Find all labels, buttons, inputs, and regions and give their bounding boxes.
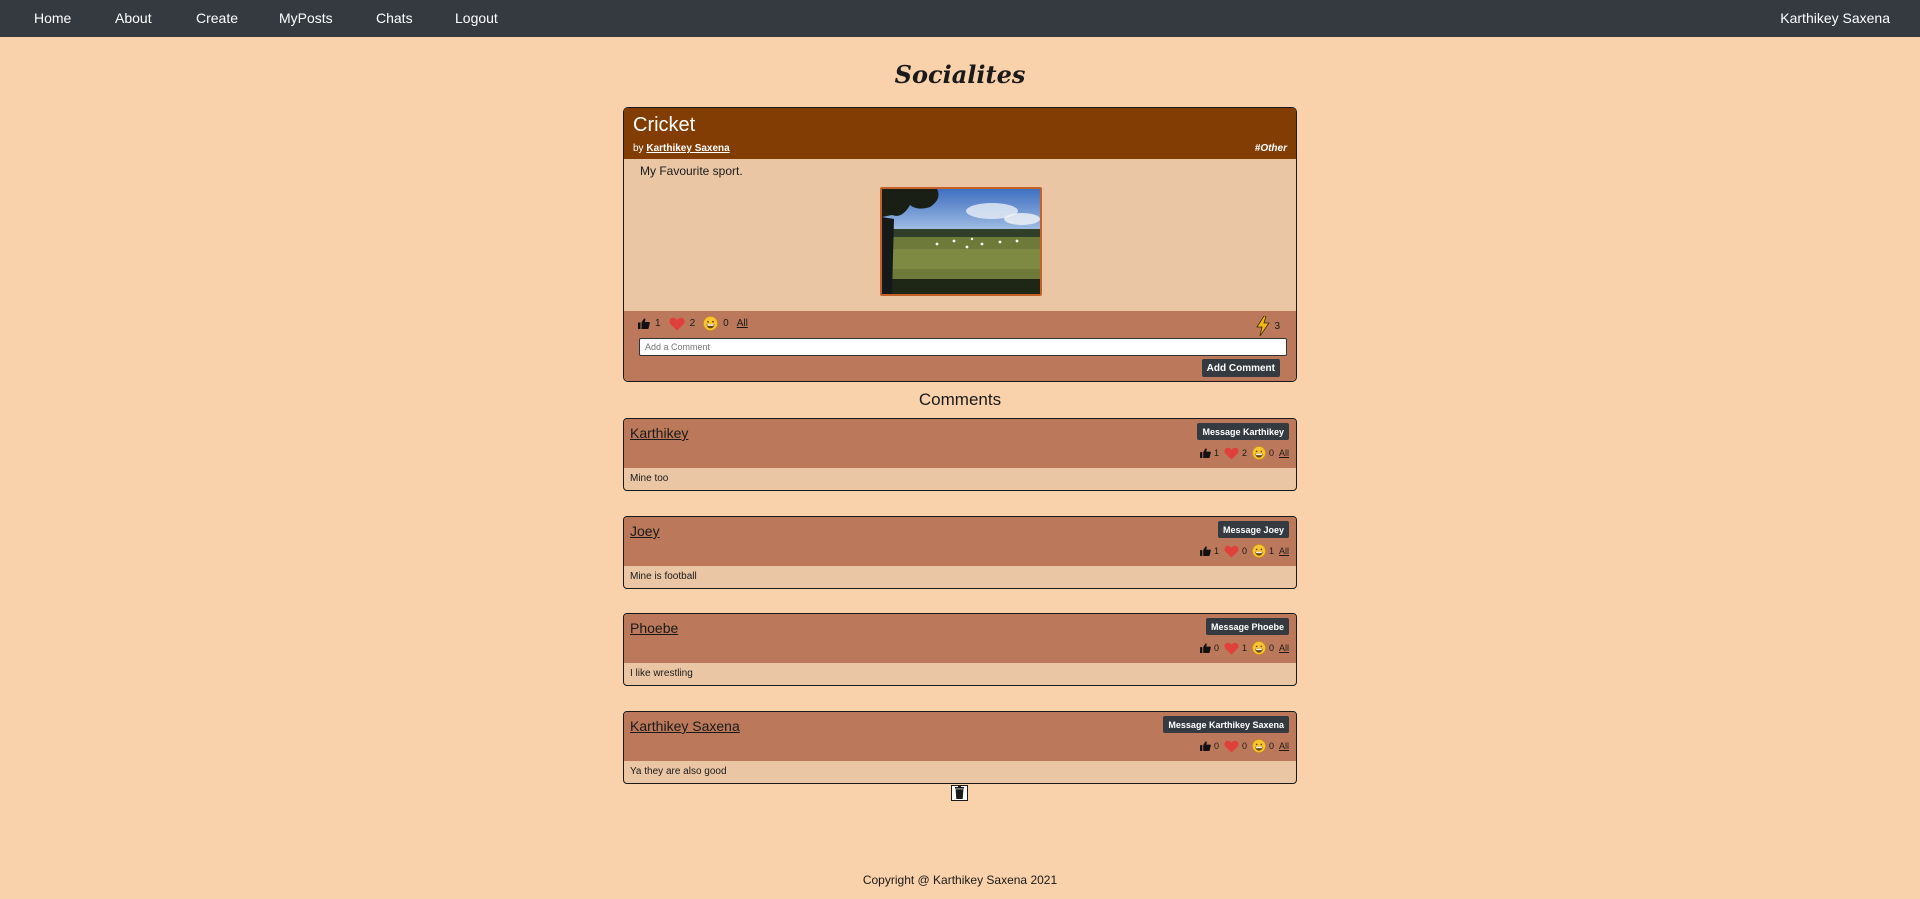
message-author-button[interactable]: Message Karthikey (1197, 423, 1289, 440)
comment-card: Joey Message Joey 1 0 1 All Mine is foot… (623, 516, 1297, 589)
post-all-reactions-link[interactable]: All (737, 318, 748, 329)
comment-author-link[interactable]: Karthikey Saxena (630, 718, 740, 734)
comment-card: Karthikey Message Karthikey 1 2 0 All Mi… (623, 418, 1297, 491)
comment-card: Karthikey Saxena Message Karthikey Saxen… (623, 711, 1297, 784)
comment-header: Karthikey Saxena Message Karthikey Saxen… (624, 712, 1296, 761)
comment-like-count: 0 (1213, 741, 1219, 751)
post-image (880, 187, 1042, 296)
comment-love-count: 2 (1241, 448, 1247, 458)
post-footer: 1 2 0 All 3 Add Comment (624, 311, 1296, 381)
grin-emoji-icon[interactable] (703, 316, 718, 331)
message-author-button[interactable]: Message Phoebe (1205, 618, 1289, 635)
comment-author-link[interactable]: Phoebe (630, 620, 678, 636)
heart-icon[interactable] (1224, 447, 1239, 460)
heart-icon[interactable] (1224, 740, 1239, 753)
comment-reactions: 0 1 0 All (1199, 641, 1289, 655)
nav-chats-link[interactable]: Chats (376, 10, 413, 26)
comment-reactions: 1 2 0 All (1199, 446, 1289, 460)
comment-header: Karthikey Message Karthikey 1 2 0 All (624, 419, 1296, 468)
comment-reactions: 1 0 1 All (1199, 544, 1289, 558)
comment-author-link[interactable]: Karthikey (630, 425, 688, 441)
post-like-count: 1 (655, 318, 661, 329)
comment-like-count: 1 (1213, 546, 1219, 556)
cricket-field-image (882, 189, 1040, 294)
trash-icon[interactable] (951, 785, 968, 801)
comment-love-count: 0 (1241, 546, 1247, 556)
comment-haha-count: 0 (1268, 741, 1274, 751)
post-title: Cricket (633, 114, 696, 136)
add-comment-input[interactable] (639, 338, 1287, 356)
nav-home-link[interactable]: Home (34, 10, 71, 26)
post-haha-count: 0 (723, 318, 729, 329)
comment-haha-count: 0 (1268, 643, 1274, 653)
nav-logout-link[interactable]: Logout (455, 10, 498, 26)
grin-emoji-icon[interactable] (1252, 446, 1266, 460)
grin-emoji-icon[interactable] (1252, 544, 1266, 558)
thumbs-up-icon[interactable] (1199, 643, 1211, 653)
post-share: 3 (1256, 315, 1280, 337)
nav-create-link[interactable]: Create (196, 10, 238, 26)
thumbs-up-icon[interactable] (1199, 741, 1211, 751)
comment-text: Mine is football (630, 571, 697, 582)
post-reactions: 1 2 0 All (638, 316, 748, 331)
comment-like-count: 1 (1213, 448, 1219, 458)
comment-card: Phoebe Message Phoebe 0 1 0 All I like w… (623, 613, 1297, 686)
post-card: Cricket by Karthikey Saxena #Other My Fa… (623, 107, 1297, 382)
add-comment-button[interactable]: Add Comment (1201, 359, 1280, 377)
post-share-count: 3 (1274, 320, 1280, 332)
grin-emoji-icon[interactable] (1252, 641, 1266, 655)
comment-text: Mine too (630, 473, 669, 484)
comment-reactions: 0 0 0 All (1199, 739, 1289, 753)
post-love-count: 2 (689, 318, 696, 329)
heart-icon[interactable] (1224, 642, 1239, 655)
comment-all-reactions-link[interactable]: All (1279, 741, 1289, 751)
comments-heading: Comments (918, 390, 1002, 409)
site-title: Socialites (894, 60, 1026, 89)
heart-icon[interactable] (1224, 545, 1239, 558)
comment-all-reactions-link[interactable]: All (1279, 643, 1289, 653)
page-footer: Copyright @ Karthikey Saxena 2021 (862, 873, 1058, 887)
post-text: My Favourite sport. (640, 164, 743, 178)
message-author-button[interactable]: Message Karthikey Saxena (1163, 716, 1289, 733)
comment-text: Ya they are also good (630, 766, 727, 777)
post-header: Cricket by Karthikey Saxena #Other (624, 108, 1296, 159)
comment-all-reactions-link[interactable]: All (1279, 448, 1289, 458)
top-navbar: Home About Create MyPosts Chats Logout K… (0, 0, 1920, 37)
lightning-icon[interactable] (1256, 315, 1271, 337)
thumbs-up-icon[interactable] (1199, 448, 1211, 458)
nav-about-link[interactable]: About (115, 10, 152, 26)
post-tag: #Other (1254, 143, 1287, 154)
comment-love-count: 0 (1241, 741, 1247, 751)
heart-icon[interactable] (668, 317, 685, 331)
thumbs-up-icon[interactable] (638, 318, 650, 329)
post-byline: by Karthikey Saxena (633, 143, 730, 154)
comment-header: Joey Message Joey 1 0 1 All (624, 517, 1296, 566)
comment-like-count: 0 (1213, 643, 1219, 653)
comment-love-count: 1 (1241, 643, 1247, 653)
comment-all-reactions-link[interactable]: All (1279, 546, 1289, 556)
post-author-link[interactable]: Karthikey Saxena (646, 143, 729, 154)
nav-myposts-link[interactable]: MyPosts (279, 10, 333, 26)
comment-text: I like wrestling (630, 668, 693, 679)
comment-author-link[interactable]: Joey (630, 523, 660, 539)
comment-haha-count: 0 (1268, 448, 1274, 458)
comment-header: Phoebe Message Phoebe 0 1 0 All (624, 614, 1296, 663)
message-author-button[interactable]: Message Joey (1217, 521, 1289, 538)
comment-haha-count: 1 (1268, 546, 1274, 556)
nav-user-link[interactable]: Karthikey Saxena (1780, 10, 1890, 26)
thumbs-up-icon[interactable] (1199, 546, 1211, 556)
post-by-prefix: by (633, 143, 644, 154)
grin-emoji-icon[interactable] (1252, 739, 1266, 753)
